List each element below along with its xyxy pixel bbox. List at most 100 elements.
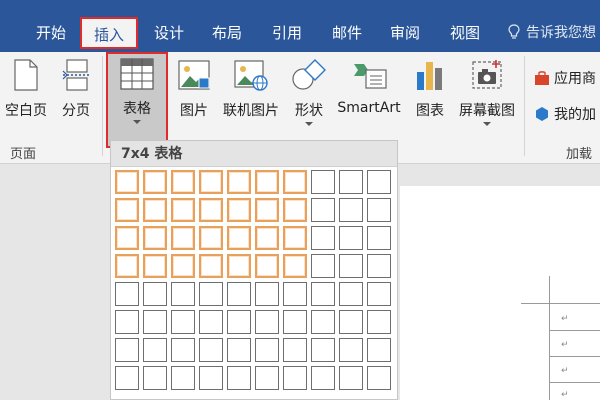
table-grid-cell[interactable]	[227, 254, 251, 278]
table-grid-cell[interactable]	[199, 366, 223, 390]
table-grid-cell[interactable]	[143, 282, 167, 306]
table-grid-cell[interactable]	[171, 310, 195, 334]
table-grid-cell[interactable]	[227, 198, 251, 222]
table-grid-cell[interactable]	[171, 198, 195, 222]
table-button[interactable]: 表格	[108, 58, 166, 124]
table-grid-cell[interactable]	[255, 254, 279, 278]
table-grid-cell[interactable]	[311, 366, 335, 390]
tab-mailings[interactable]: 邮件	[318, 14, 376, 52]
table-grid-cell[interactable]	[283, 254, 307, 278]
table-grid-cell[interactable]	[143, 254, 167, 278]
table-grid-cell[interactable]	[367, 282, 391, 306]
table-grid-cell[interactable]	[199, 282, 223, 306]
chart-button[interactable]: 图表	[410, 58, 450, 120]
table-grid-cell[interactable]	[115, 338, 139, 362]
table-grid-cell[interactable]	[171, 338, 195, 362]
online-picture-button[interactable]: 联机图片	[218, 58, 284, 120]
tab-design[interactable]: 设计	[140, 14, 198, 52]
table-grid-cell[interactable]	[283, 198, 307, 222]
table-grid-cell[interactable]	[339, 170, 363, 194]
table-grid-cell[interactable]	[143, 366, 167, 390]
tab-home[interactable]: 开始	[22, 14, 80, 52]
tell-me-search[interactable]: 告诉我您想	[508, 14, 596, 52]
table-grid-cell[interactable]	[339, 366, 363, 390]
table-grid-cell[interactable]	[283, 310, 307, 334]
table-grid-cell[interactable]	[115, 170, 139, 194]
table-grid-cell[interactable]	[367, 198, 391, 222]
table-grid-cell[interactable]	[367, 338, 391, 362]
table-grid-cell[interactable]	[255, 310, 279, 334]
table-grid-cell[interactable]	[255, 170, 279, 194]
table-grid-cell[interactable]	[255, 226, 279, 250]
table-grid-cell[interactable]	[339, 338, 363, 362]
tab-references[interactable]: 引用	[258, 14, 316, 52]
table-grid-cell[interactable]	[227, 282, 251, 306]
tab-view[interactable]: 视图	[436, 14, 494, 52]
shapes-button[interactable]: 形状	[288, 58, 330, 126]
table-grid-cell[interactable]	[199, 170, 223, 194]
picture-button[interactable]: 图片	[174, 58, 214, 120]
screenshot-button[interactable]: 屏幕截图	[454, 58, 520, 126]
table-grid-cell[interactable]	[199, 198, 223, 222]
document-page[interactable]	[400, 186, 600, 400]
table-grid-cell[interactable]	[339, 254, 363, 278]
table-grid-cell[interactable]	[199, 310, 223, 334]
table-grid-cell[interactable]	[283, 366, 307, 390]
smartart-button[interactable]: SmartArt	[334, 58, 404, 116]
table-grid-cell[interactable]	[171, 282, 195, 306]
table-grid-cell[interactable]	[227, 338, 251, 362]
table-grid-cell[interactable]	[143, 338, 167, 362]
table-grid-cell[interactable]	[199, 226, 223, 250]
table-grid-cell[interactable]	[255, 366, 279, 390]
table-grid-cell[interactable]	[367, 254, 391, 278]
table-grid-cell[interactable]	[199, 338, 223, 362]
table-grid-cell[interactable]	[311, 226, 335, 250]
table-grid-cell[interactable]	[115, 310, 139, 334]
table-grid-cell[interactable]	[283, 282, 307, 306]
table-grid-cell[interactable]	[255, 282, 279, 306]
table-grid-cell[interactable]	[143, 170, 167, 194]
table-grid-cell[interactable]	[199, 254, 223, 278]
table-grid-cell[interactable]	[227, 226, 251, 250]
tab-layout[interactable]: 布局	[198, 14, 256, 52]
table-grid-cell[interactable]	[339, 310, 363, 334]
table-grid-cell[interactable]	[311, 338, 335, 362]
table-grid-cell[interactable]	[367, 366, 391, 390]
table-grid-cell[interactable]	[311, 310, 335, 334]
table-grid-cell[interactable]	[143, 198, 167, 222]
table-grid-cell[interactable]	[339, 198, 363, 222]
table-grid-cell[interactable]	[115, 254, 139, 278]
table-grid-cell[interactable]	[255, 338, 279, 362]
table-grid-cell[interactable]	[171, 170, 195, 194]
table-grid-cell[interactable]	[255, 198, 279, 222]
blank-page-button[interactable]: 空白页	[2, 58, 50, 120]
table-grid-cell[interactable]	[227, 310, 251, 334]
tab-review[interactable]: 审阅	[376, 14, 434, 52]
store-button[interactable]: 应用商	[534, 68, 596, 88]
table-grid-cell[interactable]	[311, 254, 335, 278]
table-grid-cell[interactable]	[115, 226, 139, 250]
table-grid-cell[interactable]	[143, 310, 167, 334]
table-grid-cell[interactable]	[283, 226, 307, 250]
page-break-button[interactable]: 分页	[54, 58, 98, 120]
table-grid-cell[interactable]	[311, 170, 335, 194]
table-grid-cell[interactable]	[171, 366, 195, 390]
table-grid-cell[interactable]	[311, 198, 335, 222]
table-grid-cell[interactable]	[115, 198, 139, 222]
table-grid-cell[interactable]	[171, 226, 195, 250]
my-addins-button[interactable]: 我的加	[534, 104, 596, 124]
table-grid-cell[interactable]	[367, 170, 391, 194]
table-grid-cell[interactable]	[115, 282, 139, 306]
table-grid-cell[interactable]	[339, 226, 363, 250]
table-grid-cell[interactable]	[311, 282, 335, 306]
table-grid-cell[interactable]	[171, 254, 195, 278]
table-grid-cell[interactable]	[227, 170, 251, 194]
table-grid-cell[interactable]	[283, 338, 307, 362]
tab-insert[interactable]: 插入	[80, 17, 138, 49]
table-grid-cell[interactable]	[227, 366, 251, 390]
table-grid-cell[interactable]	[367, 226, 391, 250]
table-grid-cell[interactable]	[367, 310, 391, 334]
table-grid-cell[interactable]	[143, 226, 167, 250]
table-grid-cell[interactable]	[283, 170, 307, 194]
table-grid-cell[interactable]	[339, 282, 363, 306]
